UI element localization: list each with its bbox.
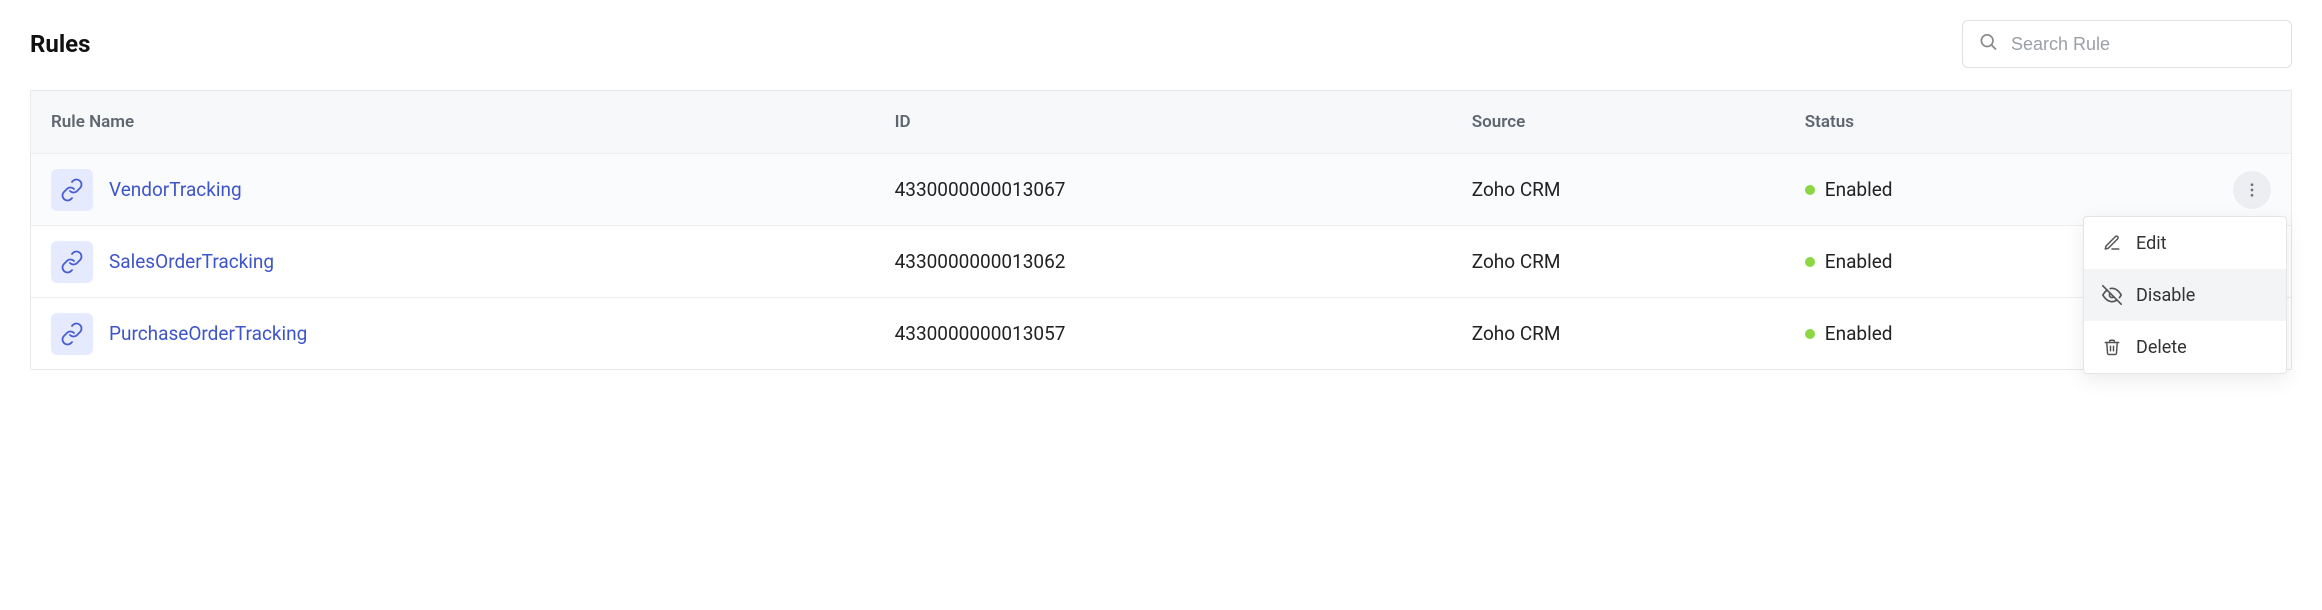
rule-link-icon bbox=[51, 169, 93, 211]
rule-status: Enabled bbox=[1825, 178, 1893, 201]
search-input[interactable] bbox=[1962, 20, 2292, 68]
rule-status: Enabled bbox=[1825, 250, 1893, 273]
col-header-status: Status bbox=[1805, 112, 2160, 132]
menu-item-delete[interactable]: Delete bbox=[2084, 321, 2286, 373]
rule-source: Zoho CRM bbox=[1472, 178, 1805, 201]
rule-source: Zoho CRM bbox=[1472, 322, 1805, 345]
trash-icon bbox=[2102, 338, 2122, 356]
menu-item-disable[interactable]: Disable bbox=[2084, 269, 2286, 321]
rule-name-link[interactable]: SalesOrderTracking bbox=[109, 250, 274, 273]
rule-link-icon bbox=[51, 313, 93, 355]
edit-icon bbox=[2102, 234, 2122, 252]
menu-item-label: Edit bbox=[2136, 233, 2166, 254]
search-container bbox=[1962, 20, 2292, 68]
rule-status: Enabled bbox=[1825, 322, 1893, 345]
status-dot-icon bbox=[1805, 185, 1815, 195]
table-row: VendorTracking 4330000000013067Zoho CRM En… bbox=[31, 153, 2291, 225]
rule-id: 4330000000013057 bbox=[895, 322, 1472, 345]
col-header-id: ID bbox=[895, 112, 1472, 132]
row-actions-button[interactable] bbox=[2233, 171, 2271, 209]
page-title: Rules bbox=[30, 30, 90, 58]
menu-item-edit[interactable]: Edit bbox=[2084, 217, 2286, 269]
col-header-source: Source bbox=[1472, 112, 1805, 132]
rule-name-link[interactable]: PurchaseOrderTracking bbox=[109, 322, 307, 345]
rule-id: 4330000000013067 bbox=[895, 178, 1472, 201]
rules-table: Rule Name ID Source Status VendorTrackin… bbox=[30, 90, 2292, 370]
table-row: SalesOrderTracking 4330000000013062Zoho C… bbox=[31, 225, 2291, 297]
menu-item-label: Delete bbox=[2136, 337, 2187, 358]
rule-name-link[interactable]: VendorTracking bbox=[109, 178, 242, 201]
table-header-row: Rule Name ID Source Status bbox=[31, 91, 2291, 153]
status-dot-icon bbox=[1805, 257, 1815, 267]
rule-source: Zoho CRM bbox=[1472, 250, 1805, 273]
rule-id: 4330000000013062 bbox=[895, 250, 1472, 273]
menu-item-label: Disable bbox=[2136, 285, 2195, 306]
status-dot-icon bbox=[1805, 329, 1815, 339]
eye-off-icon bbox=[2102, 285, 2122, 305]
row-actions-menu: Edit Disable Delete bbox=[2083, 216, 2287, 374]
rule-link-icon bbox=[51, 241, 93, 283]
table-row: PurchaseOrderTracking 4330000000013057Zoh… bbox=[31, 297, 2291, 369]
col-header-name: Rule Name bbox=[51, 112, 895, 132]
